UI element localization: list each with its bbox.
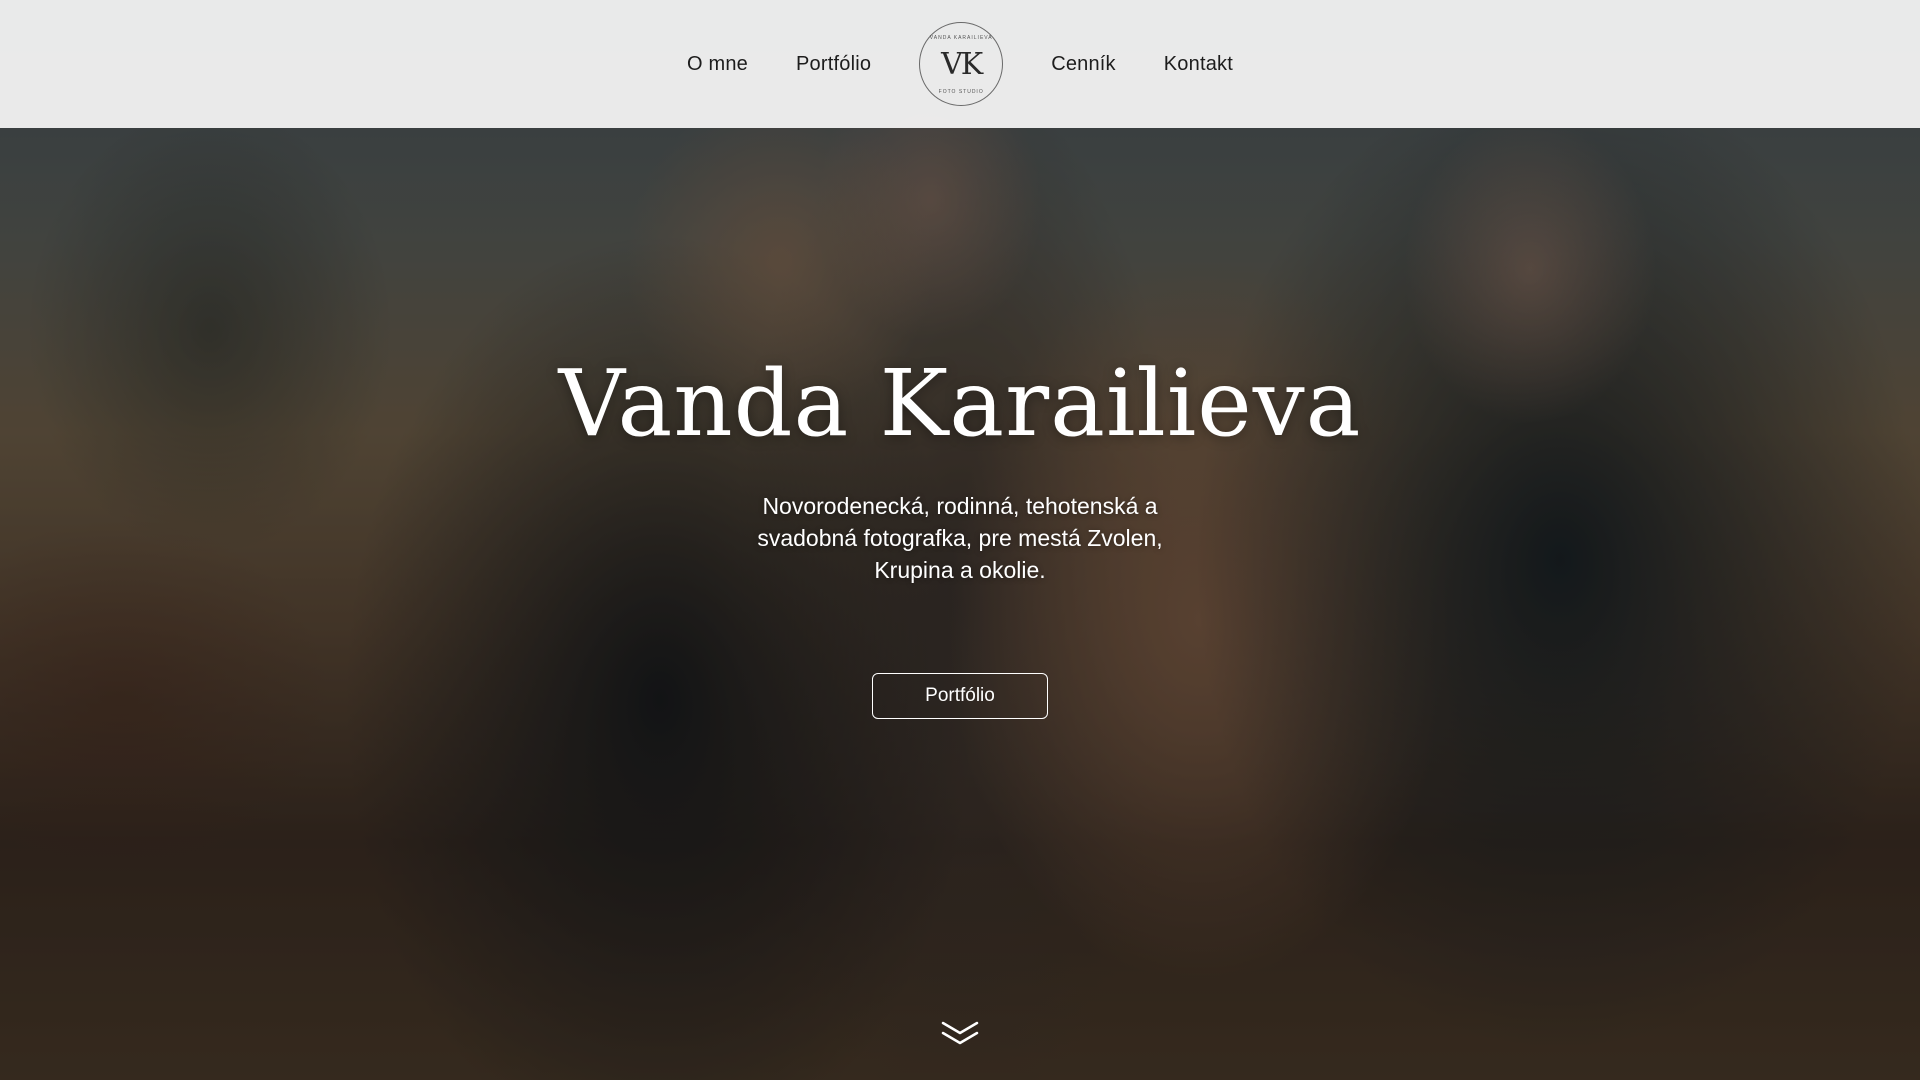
logo-ring-bottom-text: FOTO STUDIO xyxy=(938,89,984,95)
nav-link-portfolio[interactable]: Portfólio xyxy=(772,53,895,76)
portfolio-button[interactable]: Portfólio xyxy=(872,673,1048,719)
nav-link-pricing[interactable]: Cenník xyxy=(1027,53,1140,76)
main-nav: O mne Portfólio VANDA KARAILIEVA VK FOTO… xyxy=(663,22,1257,106)
logo-monogram: VK xyxy=(941,46,983,82)
logo-ring-top-text: VANDA KARAILIEVA xyxy=(929,35,993,41)
site-header: O mne Portfólio VANDA KARAILIEVA VK FOTO… xyxy=(0,0,1920,128)
site-logo[interactable]: VANDA KARAILIEVA VK FOTO STUDIO xyxy=(919,22,1004,106)
hero-title: Vanda Karailieva xyxy=(558,350,1362,457)
double-chevron-down-icon[interactable] xyxy=(940,1018,980,1050)
hero-section: O mne Portfólio VANDA KARAILIEVA VK FOTO… xyxy=(0,0,1920,1080)
nav-link-about[interactable]: O mne xyxy=(663,53,772,76)
hero-subtitle: Novorodenecká, rodinná, tehotenská a sva… xyxy=(757,493,1163,583)
nav-link-contact[interactable]: Kontakt xyxy=(1140,53,1257,76)
hero-content: Vanda Karailieva Novorodenecká, rodinná,… xyxy=(0,0,1920,1080)
